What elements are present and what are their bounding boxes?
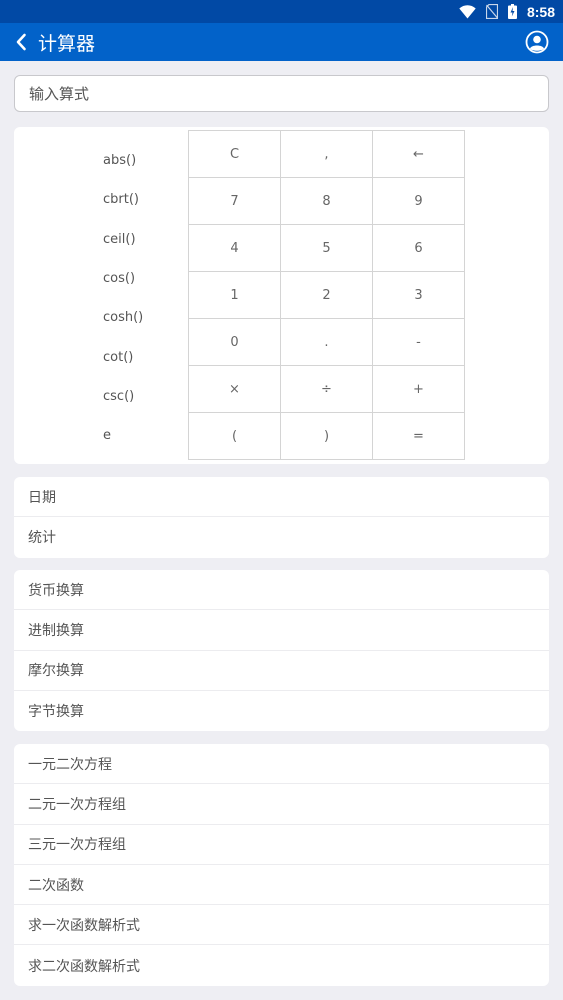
keypad-key[interactable]: (: [189, 413, 281, 460]
menu-item[interactable]: 三元一次方程组: [14, 825, 549, 865]
keypad-key[interactable]: 6: [373, 225, 465, 272]
back-button[interactable]: [6, 23, 36, 61]
keypad-key[interactable]: C: [189, 131, 281, 178]
function-item[interactable]: abs(): [103, 141, 183, 180]
keypad-key[interactable]: =: [373, 413, 465, 460]
keypad-key[interactable]: ÷: [281, 366, 373, 413]
keypad-key[interactable]: 1: [189, 272, 281, 319]
keypad-key[interactable]: 8: [281, 178, 373, 225]
status-time: 8:58: [526, 3, 555, 20]
battery-charging-icon: [507, 4, 517, 19]
menu-item[interactable]: 摩尔换算: [14, 651, 549, 691]
keypad-key[interactable]: +: [373, 366, 465, 413]
keypad-key[interactable]: ): [281, 413, 373, 460]
menu-item[interactable]: 进制换算: [14, 610, 549, 651]
keypad-key[interactable]: 2: [281, 272, 373, 319]
menu-item[interactable]: 二元一次方程组: [14, 784, 549, 825]
keypad-key[interactable]: .: [281, 319, 373, 366]
keypad-key[interactable]: -: [373, 319, 465, 366]
chevron-left-icon: [16, 33, 26, 51]
keypad-key[interactable]: 0: [189, 319, 281, 366]
calculator-card: abs() cbrt() ceil() cos() cosh() cot() csc() e …: [14, 127, 549, 464]
expression-input-container: [14, 75, 549, 112]
menu-group-equations: 一元二次方程 二元一次方程组 三元一次方程组 二次函数 求一次函数解析式 求二次函数解析式: [14, 744, 549, 986]
keypad-key[interactable]: ,: [281, 131, 373, 178]
keypad-key[interactable]: 7: [189, 178, 281, 225]
function-item[interactable]: cosh(): [103, 298, 183, 337]
profile-button[interactable]: [525, 30, 549, 54]
page-title: 计算器: [38, 32, 96, 55]
menu-item[interactable]: 求一次函数解析式: [14, 905, 549, 946]
function-item[interactable]: cot(): [103, 337, 183, 376]
menu-group-date-stats: 日期 统计: [14, 477, 549, 558]
user-icon: [525, 30, 549, 54]
expression-input[interactable]: [29, 84, 548, 103]
menu-item[interactable]: 统计: [14, 517, 549, 557]
menu-item[interactable]: 一元二次方程: [14, 744, 549, 785]
wifi-icon: [459, 4, 476, 19]
menu-item[interactable]: 日期: [14, 477, 549, 518]
keypad: C, ← 7 8 9 4 5 6 1 2 3 0. - × ÷ + () =: [188, 130, 465, 460]
function-item[interactable]: csc(): [103, 377, 183, 416]
keypad-key[interactable]: ×: [189, 366, 281, 413]
status-bar: 8:58: [0, 0, 563, 23]
keypad-key[interactable]: ←: [373, 131, 465, 178]
keypad-key[interactable]: 9: [373, 178, 465, 225]
function-item[interactable]: cos(): [103, 259, 183, 298]
menu-item[interactable]: 求二次函数解析式: [14, 945, 549, 985]
menu-item[interactable]: 二次函数: [14, 865, 549, 906]
keypad-key[interactable]: 4: [189, 225, 281, 272]
function-item[interactable]: ceil(): [103, 220, 183, 259]
function-item[interactable]: e: [103, 416, 183, 455]
keypad-key[interactable]: 3: [373, 272, 465, 319]
no-sim-icon: [485, 4, 498, 19]
menu-group-conversions: 货币换算 进制换算 摩尔换算 字节换算: [14, 570, 549, 732]
app-bar: 计算器: [0, 23, 563, 61]
menu-item[interactable]: 货币换算: [14, 570, 549, 611]
function-item[interactable]: cbrt(): [103, 180, 183, 219]
keypad-key[interactable]: 5: [281, 225, 373, 272]
menu-item[interactable]: 字节换算: [14, 691, 549, 731]
function-list: abs() cbrt() ceil() cos() cosh() cot() csc() e: [103, 141, 183, 455]
